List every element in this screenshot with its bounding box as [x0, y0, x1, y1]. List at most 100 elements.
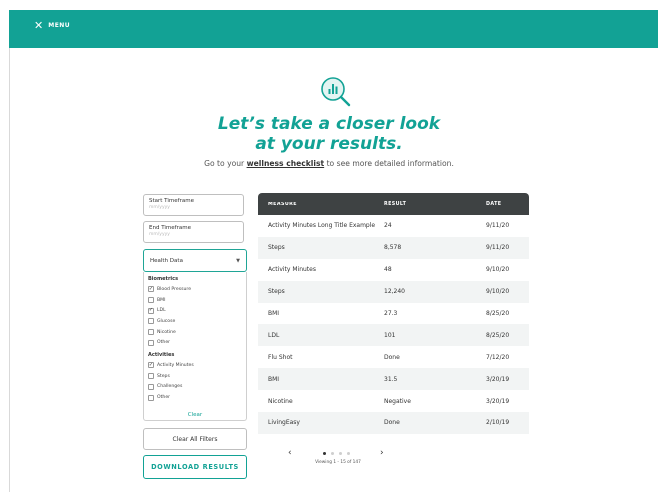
table-header: MEASURE RESULT DATE [258, 193, 529, 215]
end-timeframe-placeholder: mm/yyyy [149, 232, 170, 237]
table-row: Activity Minutes 48 9/10/20 [258, 259, 529, 281]
health-data-dropdown[interactable]: Health Data ▼ [143, 249, 247, 272]
page-dot-4[interactable] [347, 452, 350, 455]
cell-measure: Nicotine [268, 397, 293, 405]
cell-measure: Steps [268, 244, 285, 252]
checkbox-checked-icon[interactable]: ✓ [148, 286, 154, 293]
page-dots [323, 452, 350, 455]
checkbox-empty-icon[interactable] [148, 339, 154, 346]
table-row: Steps 12,240 9/10/20 [258, 280, 529, 303]
option-glucose[interactable]: Glucose [148, 316, 246, 327]
option-ldl[interactable]: ✓ LDL [148, 305, 246, 316]
top-bar: ✕ MENU [9, 10, 658, 48]
checkbox-empty-icon[interactable] [148, 297, 154, 304]
cell-result: 24 [384, 222, 392, 230]
menu-label: MENU [48, 22, 71, 29]
option-label: Nicotine [157, 329, 176, 335]
table-row: BMI 31.5 3/20/19 [258, 368, 529, 391]
cell-result: Done [384, 419, 400, 427]
option-activity-minutes[interactable]: ✓ Activity Minutes [148, 360, 246, 371]
results-table: MEASURE RESULT DATE Activity Minutes Lon… [258, 193, 529, 434]
cell-date: 8/25/20 [486, 310, 510, 317]
start-timeframe-label: Start Timeframe [149, 198, 194, 204]
end-timeframe-input[interactable]: End Timeframe mm/yyyy [143, 221, 244, 243]
headline-line-1: Let’s take a closer look [217, 114, 441, 134]
pagination: ‹ › Viewing 1 - 15 of 147 [283, 448, 393, 472]
option-label: LDL [157, 308, 166, 314]
cell-date: 7/12/20 [486, 353, 510, 361]
table-row: LDL 101 8/25/20 [258, 324, 529, 347]
chevron-right-icon[interactable]: › [380, 448, 384, 458]
checkbox-empty-icon[interactable] [148, 318, 154, 325]
close-x-icon: ✕ [34, 19, 44, 32]
page-dot-1[interactable] [323, 452, 326, 455]
option-label: Challenges [157, 384, 183, 390]
subtitle: Go to your wellness checklist to see mor… [0, 159, 658, 168]
menu-button[interactable]: ✕ MENU [34, 20, 70, 31]
subtitle-prefix: Go to your [204, 159, 247, 168]
table-row: BMI 27.3 8/25/20 [258, 303, 529, 325]
cell-date: 9/11/20 [486, 222, 510, 230]
checkbox-checked-icon[interactable]: ✓ [148, 307, 154, 314]
table-row: Nicotine Negative 3/20/19 [258, 390, 529, 412]
cell-result: Negative [384, 397, 411, 405]
wellness-checklist-link[interactable]: wellness checklist [247, 159, 325, 168]
option-challenges[interactable]: Challenges [148, 382, 246, 393]
option-other-biometrics[interactable]: Other [148, 337, 246, 348]
cell-measure: LivingEasy [268, 419, 300, 427]
cell-date: 9/10/20 [486, 288, 510, 296]
option-label: Steps [157, 373, 170, 379]
checkbox-empty-icon[interactable] [148, 394, 154, 401]
option-label: Other [157, 395, 171, 401]
cell-result: 27.3 [384, 310, 398, 317]
option-label: BMI [157, 297, 166, 303]
cell-date: 8/25/20 [486, 331, 510, 339]
health-data-panel: Biometrics ✓ Blood Pressure BMI ✓ LDL Gluc… [143, 272, 247, 421]
table-row: Steps 8,578 9/11/20 [258, 236, 529, 259]
subtitle-suffix: to see more detailed information. [324, 159, 454, 168]
page-title: Let’s take a closer look at your results… [0, 114, 658, 154]
page-dot-3[interactable] [339, 452, 342, 455]
checkbox-empty-icon[interactable] [148, 373, 154, 380]
cell-date: 9/10/20 [486, 266, 510, 274]
checkbox-checked-icon[interactable]: ✓ [148, 362, 154, 369]
clear-link[interactable]: Clear [144, 412, 246, 418]
cell-result: 31.5 [384, 375, 398, 383]
cell-measure: Steps [268, 288, 285, 296]
cell-measure: BMI [268, 375, 280, 383]
option-blood-pressure[interactable]: ✓ Blood Pressure [148, 284, 246, 295]
start-timeframe-input[interactable]: Start Timeframe mm/yyyy [143, 194, 244, 216]
table-row: Activity Minutes Long Title Example 24 9/1… [258, 215, 529, 237]
start-timeframe-placeholder: mm/yyyy [149, 205, 170, 210]
chart-magnifier-icon [321, 77, 351, 107]
cell-date: 3/20/19 [486, 375, 510, 383]
cell-result: 12,240 [384, 288, 405, 296]
cell-measure: Activity Minutes Long Title Example [268, 222, 376, 230]
viewing-count: Viewing 1 - 15 of 147 [315, 460, 361, 465]
page-dot-2[interactable] [331, 452, 334, 455]
end-timeframe-label: End Timeframe [149, 225, 191, 231]
option-other-activities[interactable]: Other [148, 392, 246, 403]
download-results-button[interactable]: DOWNLOAD RESULTS [143, 455, 247, 479]
option-label: Other [157, 340, 171, 346]
cell-date: 3/20/19 [486, 397, 510, 405]
header-result: RESULT [384, 201, 407, 207]
health-data-label: Health Data [150, 257, 183, 264]
chevron-left-icon[interactable]: ‹ [288, 448, 292, 458]
cell-result: 8,578 [384, 244, 402, 252]
option-bmi[interactable]: BMI [148, 295, 246, 306]
cell-result: Done [384, 353, 400, 361]
cell-date: 2/10/19 [486, 419, 510, 427]
table-row: LivingEasy Done 2/10/19 [258, 412, 529, 434]
cell-measure: LDL [268, 331, 280, 339]
option-steps[interactable]: Steps [148, 371, 246, 382]
checkbox-empty-icon[interactable] [148, 383, 154, 390]
option-nicotine[interactable]: Nicotine [148, 327, 246, 338]
option-label: Activity Minutes [157, 362, 194, 368]
checkbox-empty-icon[interactable] [148, 329, 154, 336]
cell-result: 101 [384, 331, 396, 339]
cell-date: 9/11/20 [486, 244, 510, 252]
cell-measure: Activity Minutes [268, 266, 316, 274]
headline-line-2: at your results. [255, 134, 403, 154]
clear-all-filters-button[interactable]: Clear All Filters [143, 428, 247, 450]
